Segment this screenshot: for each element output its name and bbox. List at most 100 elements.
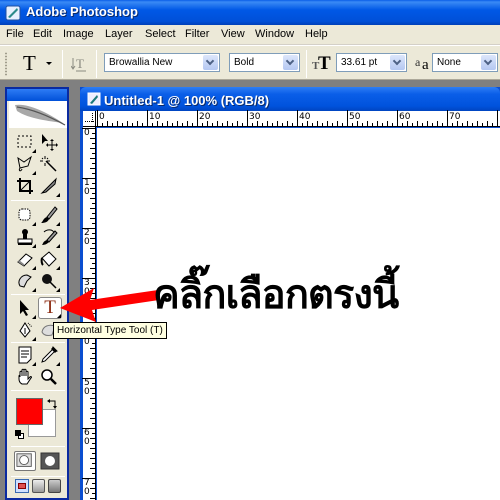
- notes-tool[interactable]: [14, 344, 36, 366]
- tool-preset-picker[interactable]: T: [22, 51, 52, 75]
- move-tool[interactable]: [38, 131, 60, 153]
- ruler-tick: [307, 121, 308, 126]
- ruler-tick: [142, 123, 143, 126]
- type-tool[interactable]: T: [38, 297, 62, 319]
- menu-window[interactable]: Window: [255, 28, 294, 40]
- history-brush-tool[interactable]: [38, 226, 60, 248]
- crop-tool[interactable]: [14, 175, 36, 197]
- annotation-text: คลิ๊กเลือกตรงนี้: [153, 272, 399, 318]
- menu-help[interactable]: Help: [305, 28, 328, 40]
- ruler-tick: [90, 148, 95, 149]
- menu-edit[interactable]: Edit: [33, 28, 52, 40]
- font-size-select[interactable]: 33.61 pt: [336, 53, 407, 72]
- ruler-tick: [317, 121, 318, 126]
- chevron-down-icon[interactable]: [390, 55, 405, 70]
- zoom-icon: [41, 369, 57, 385]
- font-family-select[interactable]: Browallia New: [104, 53, 220, 72]
- paint-bucket-tool[interactable]: [38, 248, 60, 270]
- eyedropper-tool[interactable]: [38, 344, 60, 366]
- slice-tool[interactable]: [38, 175, 60, 197]
- ruler-tick: [377, 121, 378, 126]
- full-screen-mode-button[interactable]: [48, 479, 61, 493]
- horizontal-ruler[interactable]: 0 10 20 30 40 50 60 70: [96, 110, 500, 127]
- ruler-tick: [467, 121, 468, 126]
- ruler-tick: [92, 163, 95, 164]
- path-selection-tool[interactable]: [14, 297, 36, 319]
- ruler-origin[interactable]: [83, 111, 96, 127]
- ruler-tick: [92, 203, 95, 204]
- ruler-tick: [90, 498, 95, 499]
- burn-tool[interactable]: [38, 270, 60, 292]
- quick-mask-button[interactable]: [40, 451, 60, 471]
- menu-layer[interactable]: Layer: [105, 28, 133, 40]
- ruler-tick: [102, 123, 103, 126]
- ruler-tick: [92, 413, 95, 414]
- default-colors-icon[interactable]: [15, 430, 25, 440]
- ruler-tick: [107, 121, 108, 126]
- marquee-tool[interactable]: [14, 131, 36, 153]
- ruler-label: 50: [349, 112, 361, 122]
- ruler-tick: [90, 138, 95, 139]
- ruler-tick: [90, 358, 95, 359]
- ruler-tick: [257, 121, 258, 126]
- standard-mode-button[interactable]: [14, 451, 36, 471]
- ruler-tick: [197, 110, 198, 126]
- ruler-tick: [92, 493, 95, 494]
- ruler-tick: [302, 123, 303, 126]
- menu-image[interactable]: Image: [63, 28, 94, 40]
- ruler-tick: [347, 110, 348, 126]
- ruler-tick: [387, 121, 388, 126]
- ruler-tick: [417, 121, 418, 126]
- chevron-down-icon[interactable]: [203, 55, 218, 70]
- ruler-tick: [382, 123, 383, 126]
- ruler-tick: [477, 121, 478, 126]
- chevron-down-icon[interactable]: [481, 55, 496, 70]
- menu-view[interactable]: View: [221, 28, 245, 40]
- ruler-tick: [182, 123, 183, 126]
- foreground-color-swatch[interactable]: [16, 398, 43, 425]
- ruler-tick: [92, 433, 95, 434]
- menu-file[interactable]: File: [6, 28, 24, 40]
- brush-tool[interactable]: [38, 204, 60, 226]
- ruler-tick: [90, 238, 95, 239]
- svg-text:T: T: [76, 56, 84, 71]
- ruler-tick: [92, 243, 95, 244]
- feather-logo[interactable]: [9, 101, 67, 128]
- ruler-tick: [472, 123, 473, 126]
- ruler-tick: [282, 123, 283, 126]
- ruler-tick: [212, 123, 213, 126]
- magic-wand-tool[interactable]: [38, 153, 60, 175]
- font-style-select[interactable]: Bold: [229, 53, 300, 72]
- ruler-tick: [92, 483, 95, 484]
- swap-colors-icon[interactable]: [47, 397, 59, 409]
- zoom-tool[interactable]: [38, 366, 60, 388]
- pen-tool[interactable]: [14, 319, 36, 341]
- standard-screen-mode-button[interactable]: [15, 479, 29, 493]
- ruler-tick: [322, 123, 323, 126]
- ruler-tick: [92, 403, 95, 404]
- ruler-tick: [92, 273, 95, 274]
- full-screen-menu-mode-button[interactable]: [32, 479, 45, 493]
- ruler-tick: [112, 123, 113, 126]
- toolbar-grip[interactable]: [5, 52, 7, 76]
- eraser-tool[interactable]: [14, 248, 36, 270]
- ruler-tick: [90, 188, 95, 189]
- menu-select[interactable]: Select: [145, 28, 176, 40]
- toolbox-title-bar[interactable]: [5, 87, 69, 101]
- antialias-select[interactable]: None: [432, 53, 498, 72]
- ruler-tick: [412, 123, 413, 126]
- document-title: Untitled-1 @ 100% (RGB/8): [104, 93, 270, 108]
- clone-stamp-tool[interactable]: [14, 226, 36, 248]
- ruler-tick: [92, 263, 95, 264]
- lasso-tool[interactable]: [14, 153, 36, 175]
- ruler-tick: [167, 121, 168, 126]
- text-orientation-button[interactable]: T: [70, 55, 89, 73]
- smudge-tool[interactable]: [14, 270, 36, 292]
- chevron-down-icon[interactable]: [283, 55, 298, 70]
- healing-brush-tool[interactable]: [14, 204, 36, 226]
- antialias-icon: a a: [415, 55, 429, 73]
- ruler-tick: [137, 121, 138, 126]
- font-size-icon: T T: [312, 53, 331, 74]
- menu-filter[interactable]: Filter: [185, 28, 209, 40]
- hand-tool[interactable]: [14, 366, 36, 388]
